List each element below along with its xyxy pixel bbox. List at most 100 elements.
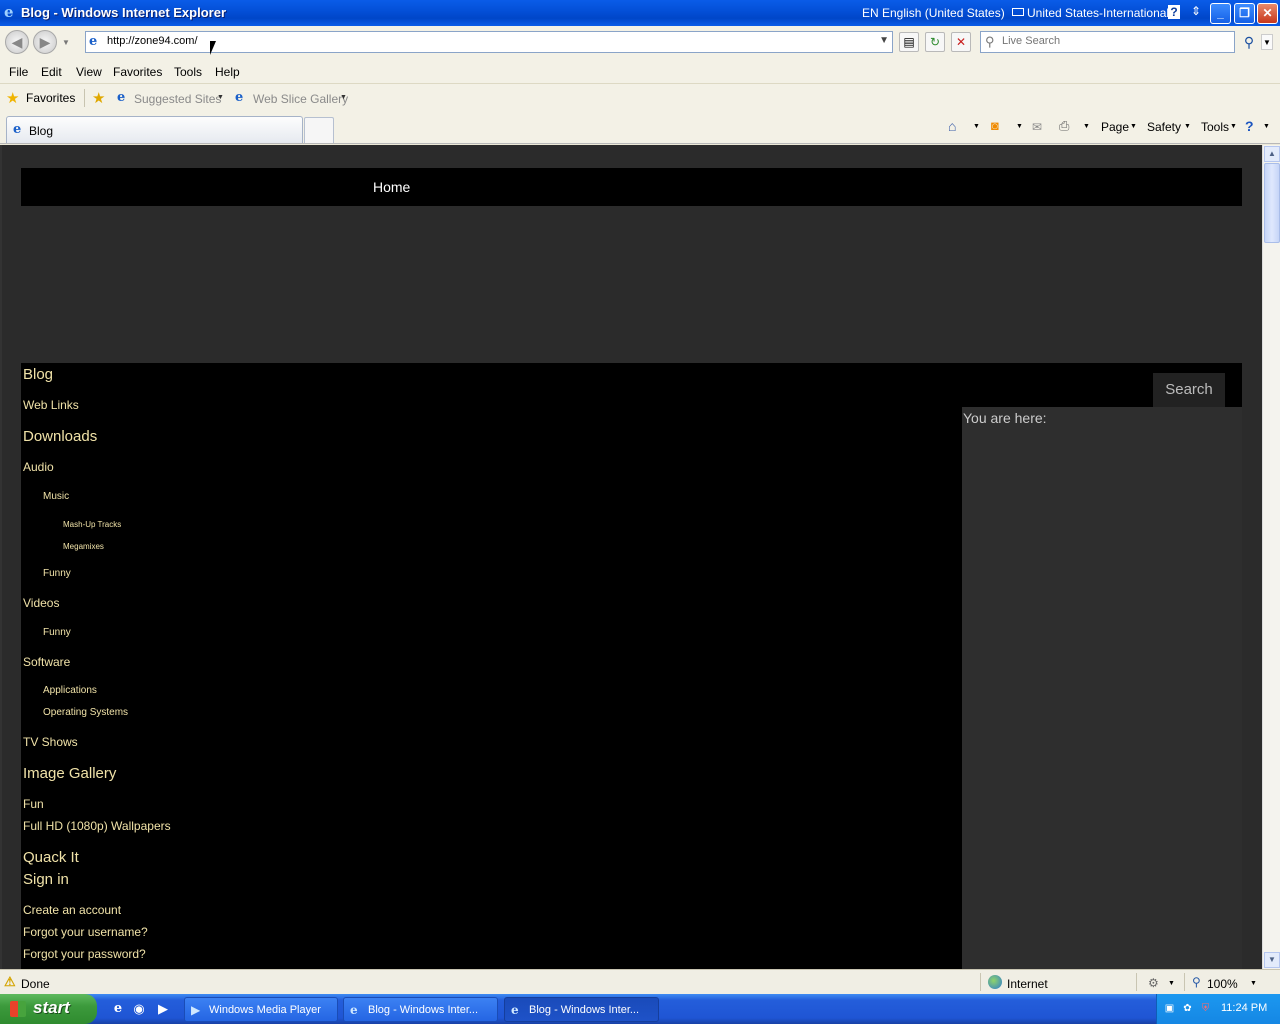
- internet-zone-icon: [988, 975, 1002, 989]
- taskbar-item-media-player[interactable]: ▶ Windows Media Player: [184, 997, 338, 1022]
- search-go-icon[interactable]: ⚲: [1239, 32, 1259, 52]
- menu-file[interactable]: File: [9, 65, 28, 79]
- suggested-sites-link[interactable]: Suggested Sites: [134, 92, 221, 106]
- menu-favorites[interactable]: Favorites: [113, 65, 162, 79]
- help-caret-icon[interactable]: ▼: [1263, 123, 1270, 130]
- safety-caret-icon[interactable]: ▼: [1184, 123, 1191, 130]
- taskbar-item-label: Windows Media Player: [209, 1004, 321, 1016]
- start-label: start: [33, 998, 70, 1017]
- menu-view[interactable]: View: [76, 65, 102, 79]
- forgot-username-link[interactable]: Forgot your username?: [23, 925, 148, 939]
- start-button[interactable]: start: [0, 994, 97, 1024]
- status-bar: ⚠ Done Internet ⚙ ▼ ⚲ 100% ▼: [0, 969, 1280, 994]
- tools-menu[interactable]: Tools: [1201, 120, 1229, 134]
- recent-pages-dropdown-icon[interactable]: ▼: [62, 38, 70, 47]
- menu-edit[interactable]: Edit: [41, 65, 62, 79]
- tab-row: e Blog ⌂ ▼ ◙ ▼ ✉ ⎙ ▼ Page ▼ Safety ▼ Too…: [0, 112, 1280, 144]
- menu-link-full-hd-wallpapers[interactable]: Full HD (1080p) Wallpapers: [23, 819, 171, 833]
- favorites-star-icon[interactable]: ★: [6, 89, 19, 107]
- suggested-sites-caret-icon[interactable]: ▼: [217, 94, 224, 101]
- taskbar: start e ◉ ▶ ▶ Windows Media Player e Blo…: [0, 994, 1280, 1024]
- taskbar-item-blog-1[interactable]: e Blog - Windows Inter...: [343, 997, 498, 1022]
- protected-mode-icon[interactable]: ⚙: [1148, 976, 1159, 990]
- menu-link-quack-it[interactable]: Quack It: [23, 849, 79, 866]
- protected-mode-caret-icon[interactable]: ▼: [1168, 980, 1175, 987]
- tab-blog[interactable]: e Blog: [6, 116, 303, 143]
- restore-button[interactable]: ❐: [1234, 3, 1255, 24]
- home-caret-icon[interactable]: ▼: [973, 123, 980, 130]
- create-account-link[interactable]: Create an account: [23, 903, 121, 917]
- ie-icon: e: [350, 1003, 358, 1017]
- security-alert-icon[interactable]: ⛨: [1199, 1002, 1212, 1015]
- scroll-thumb[interactable]: [1264, 163, 1280, 243]
- scroll-down-icon[interactable]: ▼: [1264, 952, 1280, 968]
- web-slice-gallery-link[interactable]: Web Slice Gallery: [253, 92, 348, 106]
- menu-link-web-links[interactable]: Web Links: [23, 398, 79, 412]
- address-bar[interactable]: e ▼: [85, 31, 893, 53]
- forward-button[interactable]: ▶: [33, 30, 57, 54]
- zoom-level[interactable]: 100%: [1207, 977, 1238, 991]
- web-slice-caret-icon[interactable]: ▼: [340, 94, 347, 101]
- search-box[interactable]: ⚲: [980, 31, 1235, 53]
- menu-link-applications[interactable]: Applications: [43, 685, 97, 696]
- help-icon[interactable]: ?: [1245, 118, 1254, 134]
- keyboard-layout[interactable]: United States-International: [1027, 6, 1169, 20]
- search-icon: ⚲: [985, 34, 995, 49]
- taskbar-item-blog-2[interactable]: e Blog - Windows Inter...: [504, 997, 659, 1022]
- menu-link-videos[interactable]: Videos: [23, 596, 59, 610]
- vertical-scrollbar[interactable]: ▲ ▼: [1262, 145, 1280, 969]
- quicklaunch-ie-icon[interactable]: e: [110, 1001, 126, 1017]
- favorites-button[interactable]: Favorites: [26, 91, 75, 105]
- language-bar-options-icon[interactable]: ⇕: [1191, 4, 1201, 18]
- add-to-favorites-icon[interactable]: ★: [92, 89, 105, 107]
- page-caret-icon[interactable]: ▼: [1130, 123, 1137, 130]
- language-indicator[interactable]: EN English (United States): [862, 6, 1005, 20]
- security-zone[interactable]: Internet: [1007, 977, 1048, 991]
- minimize-button[interactable]: _: [1210, 3, 1231, 24]
- search-options-dropdown-icon[interactable]: ▼: [1261, 34, 1273, 50]
- refresh-button[interactable]: ↻: [925, 32, 945, 52]
- menu-link-audio[interactable]: Audio: [23, 460, 54, 474]
- menu-link-downloads[interactable]: Downloads: [23, 428, 97, 445]
- search-button[interactable]: Search: [1153, 373, 1225, 407]
- print-icon[interactable]: ⎙: [1059, 118, 1069, 134]
- menu-link-megamixes[interactable]: Megamixes: [63, 542, 104, 551]
- menu-link-fun[interactable]: Fun: [23, 797, 44, 811]
- page-menu[interactable]: Page: [1101, 120, 1129, 134]
- stop-button[interactable]: ✕: [951, 32, 971, 52]
- safety-menu[interactable]: Safety: [1147, 120, 1181, 134]
- quicklaunch-media-player-icon[interactable]: ▶: [155, 1001, 171, 1017]
- read-mail-icon[interactable]: ✉: [1032, 120, 1042, 134]
- close-button[interactable]: ✕: [1257, 3, 1278, 24]
- forgot-password-link[interactable]: Forgot your password?: [23, 947, 146, 961]
- menu-link-operating-systems[interactable]: Operating Systems: [43, 707, 128, 718]
- menu-link-blog[interactable]: Blog: [23, 366, 53, 383]
- home-icon[interactable]: ⌂: [948, 118, 956, 134]
- menu-link-software[interactable]: Software: [23, 655, 70, 669]
- network-icon[interactable]: ▣: [1163, 1002, 1176, 1015]
- tray-app-icon[interactable]: ✿: [1181, 1002, 1194, 1015]
- menu-help[interactable]: Help: [215, 65, 240, 79]
- compatibility-view-button[interactable]: ▤: [899, 32, 919, 52]
- menu-link-tv-shows[interactable]: TV Shows: [23, 735, 78, 749]
- print-caret-icon[interactable]: ▼: [1083, 123, 1090, 130]
- menu-link-music[interactable]: Music: [43, 491, 69, 502]
- zoom-caret-icon[interactable]: ▼: [1250, 980, 1257, 987]
- scroll-up-icon[interactable]: ▲: [1264, 146, 1280, 162]
- status-text: Done: [21, 977, 50, 991]
- quicklaunch-desktop-icon[interactable]: ◉: [131, 1001, 147, 1017]
- tools-caret-icon[interactable]: ▼: [1230, 123, 1237, 130]
- new-tab-button[interactable]: [304, 117, 334, 143]
- nav-home-link[interactable]: Home: [373, 179, 410, 195]
- menu-link-image-gallery[interactable]: Image Gallery: [23, 765, 116, 782]
- menu-link-funny-videos[interactable]: Funny: [43, 627, 71, 638]
- address-dropdown-icon[interactable]: ▼: [879, 35, 889, 46]
- menu-link-mash-up-tracks[interactable]: Mash-Up Tracks: [63, 520, 121, 529]
- menu-link-funny-audio[interactable]: Funny: [43, 568, 71, 579]
- feeds-icon[interactable]: ◙: [991, 118, 999, 133]
- menu-tools[interactable]: Tools: [174, 65, 202, 79]
- feeds-caret-icon[interactable]: ▼: [1016, 123, 1023, 130]
- back-button[interactable]: ◀: [5, 30, 29, 54]
- search-input[interactable]: [1002, 35, 1227, 47]
- help-icon[interactable]: ?: [1168, 5, 1180, 19]
